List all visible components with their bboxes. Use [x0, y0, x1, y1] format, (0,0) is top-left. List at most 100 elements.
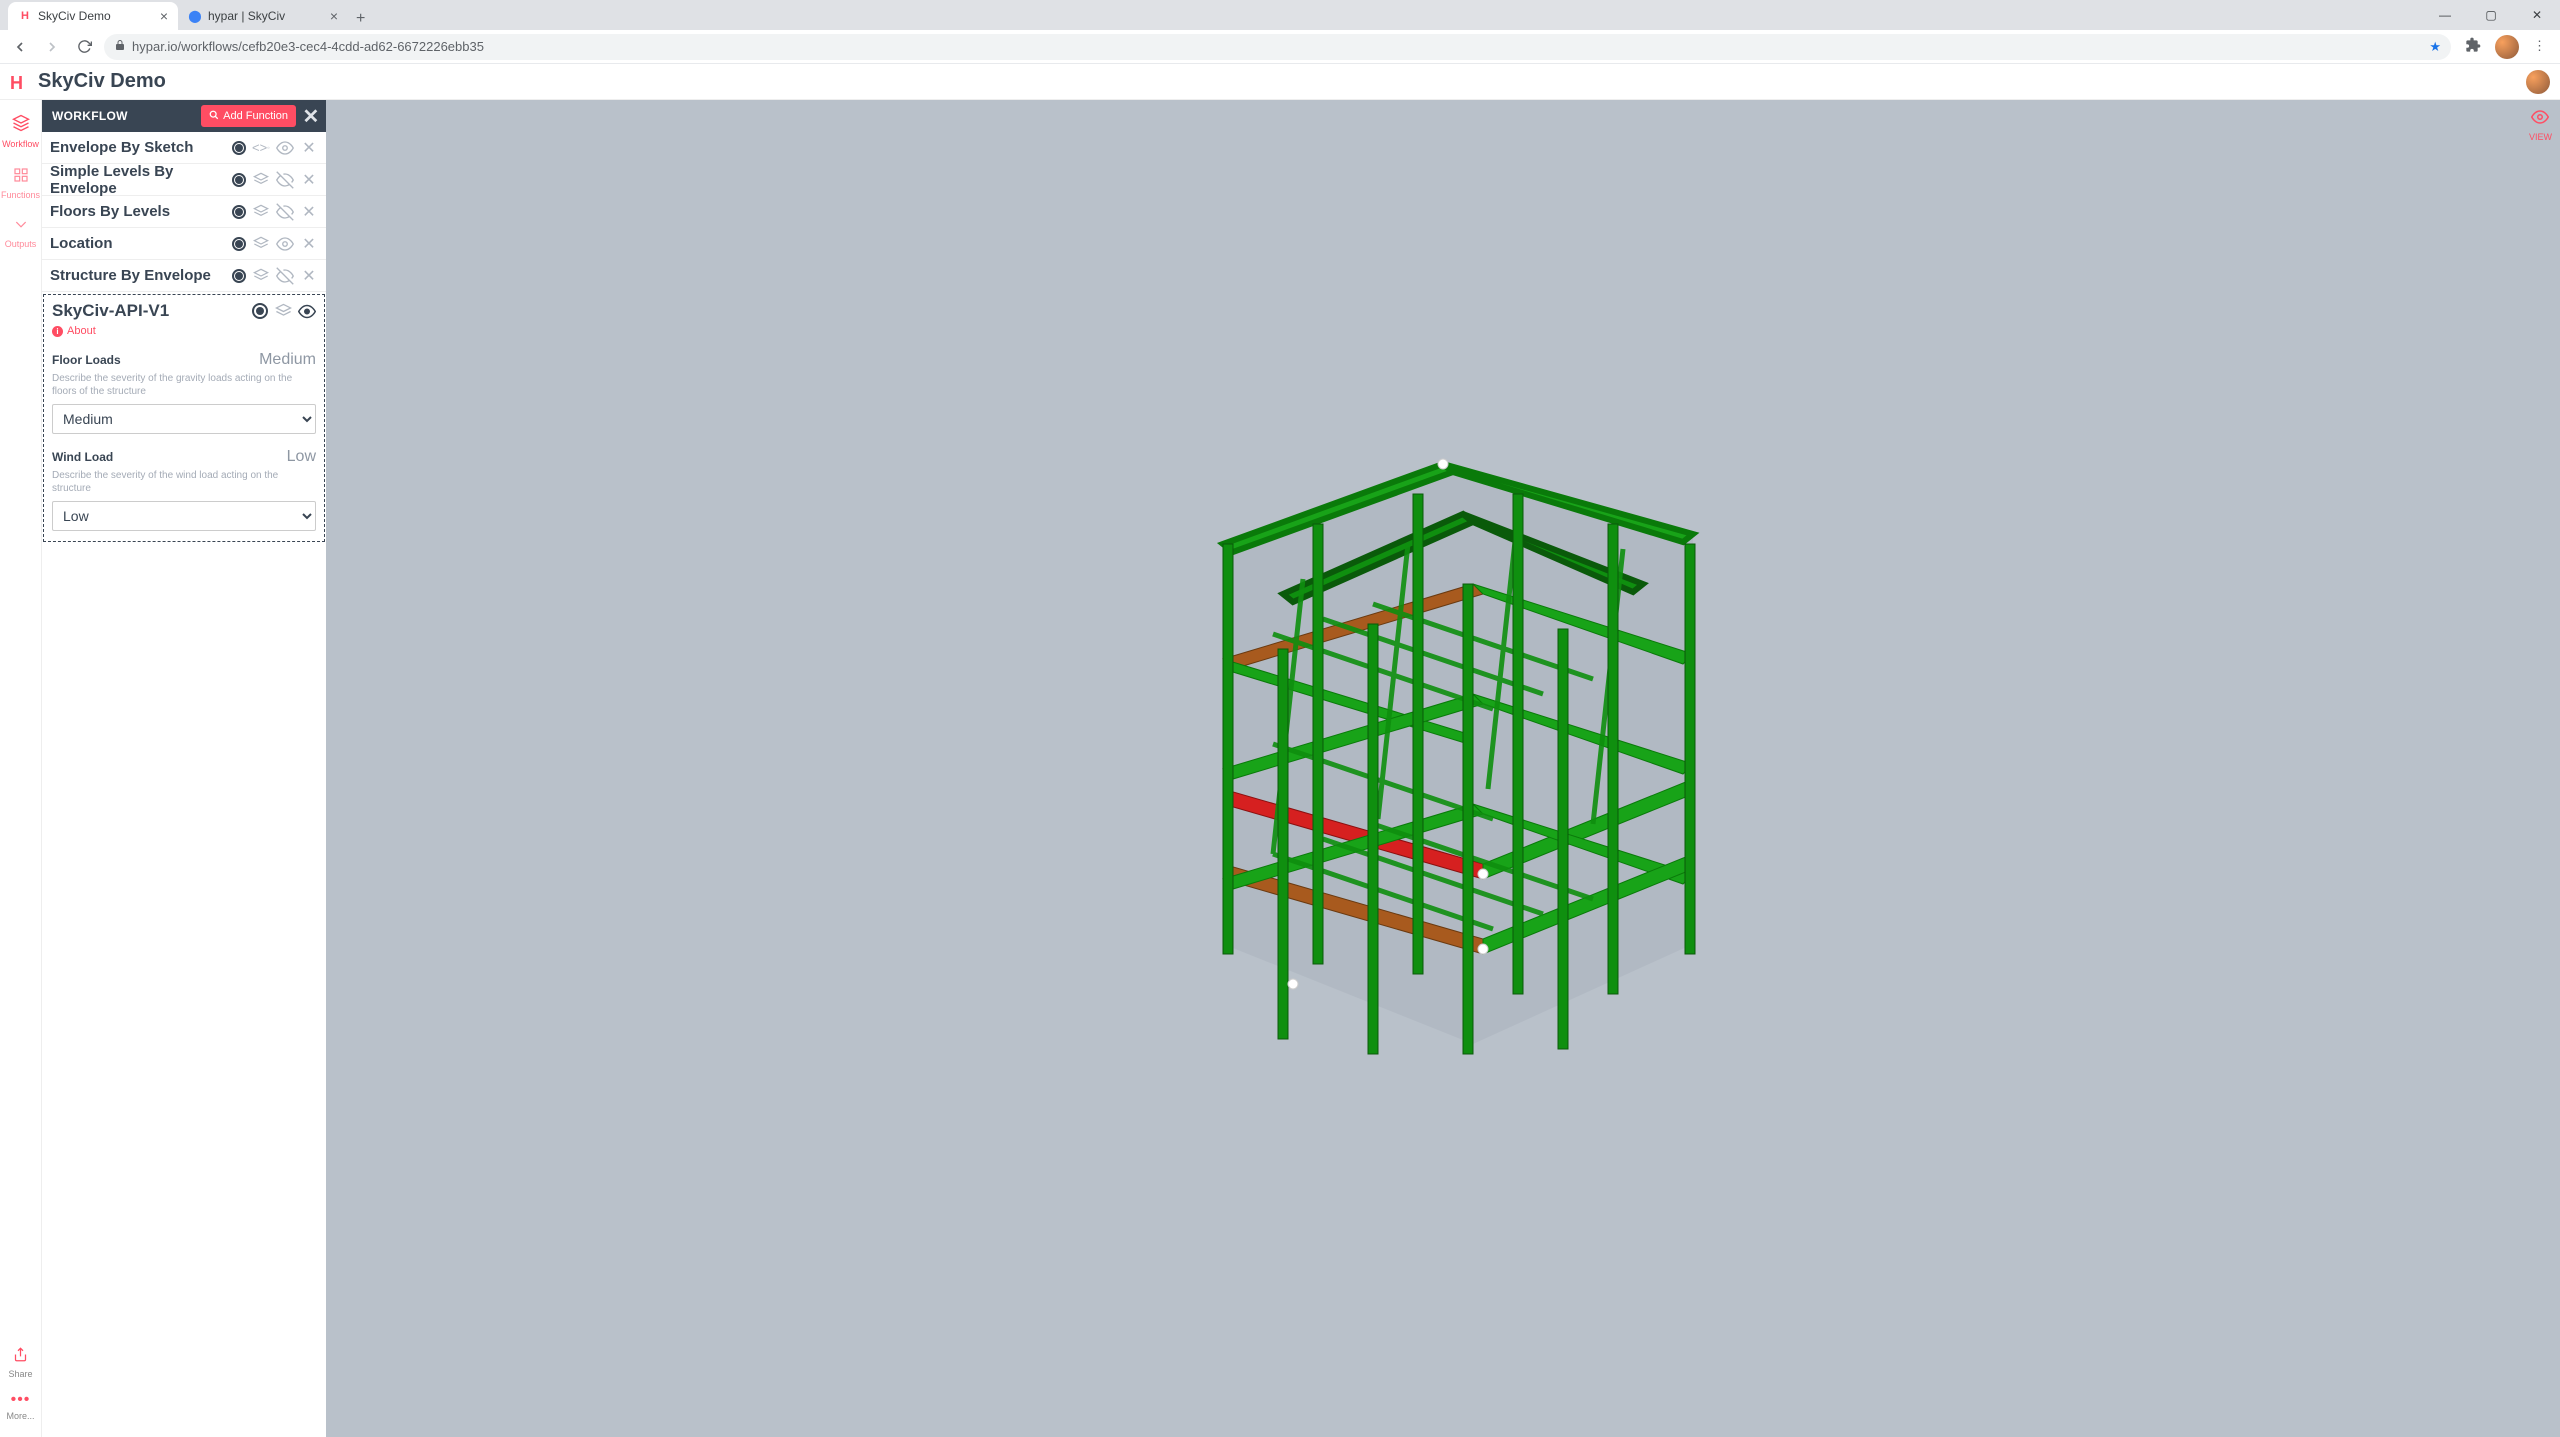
user-avatar-icon[interactable] [2526, 70, 2550, 94]
rail-functions[interactable]: Functions [0, 161, 41, 206]
rail-label: Share [8, 1369, 32, 1379]
status-dot-icon[interactable] [232, 269, 246, 283]
function-item[interactable]: Floors By Levels ✕ [42, 196, 326, 228]
eye-icon[interactable] [298, 302, 316, 321]
app-body: Workflow Functions Outputs Share ••• M [0, 100, 2560, 1437]
function-item[interactable]: Simple Levels By Envelope ✕ [42, 164, 326, 196]
layers-icon[interactable] [252, 236, 270, 252]
eye-off-icon[interactable] [276, 203, 294, 221]
browser-tabs: H SkyCiv Demo × ⬤ hypar | SkyCiv × + [8, 0, 2422, 30]
param-value-display: Medium [259, 351, 316, 369]
page-title: SkyCiv Demo [38, 70, 166, 93]
function-expanded: SkyCiv-API-V1 i About Floor Loads Medium [43, 294, 325, 542]
remove-icon[interactable]: ✕ [300, 202, 318, 222]
function-item[interactable]: Structure By Envelope ✕ [42, 260, 326, 292]
status-dot-icon[interactable] [232, 237, 246, 251]
nav-forward-button[interactable] [40, 35, 64, 59]
workflow-header-label: WORKFLOW [52, 109, 128, 123]
add-function-button[interactable]: Add Function [201, 105, 296, 127]
remove-icon[interactable]: ✕ [300, 234, 318, 254]
about-label: About [67, 325, 96, 337]
remove-icon[interactable]: ✕ [300, 266, 318, 286]
window-maximize-button[interactable]: ▢ [2468, 0, 2514, 30]
eye-icon [2531, 108, 2549, 131]
rail-workflow[interactable]: Workflow [0, 108, 41, 155]
layers-icon[interactable] [252, 268, 270, 284]
browser-titlebar: H SkyCiv Demo × ⬤ hypar | SkyCiv × + — ▢… [0, 0, 2560, 30]
layers-icon[interactable] [252, 204, 270, 220]
function-name: Floors By Levels [50, 203, 226, 220]
function-name: Simple Levels By Envelope [50, 163, 226, 197]
browser-toolbar: hypar.io/workflows/cefb20e3-cec4-4cdd-ad… [0, 30, 2560, 64]
workflow-header: WORKFLOW Add Function ✕ [42, 100, 326, 132]
status-dot-icon[interactable] [252, 303, 268, 319]
url-text: hypar.io/workflows/cefb20e3-cec4-4cdd-ad… [132, 39, 2423, 54]
remove-icon[interactable]: ✕ [300, 138, 318, 158]
lock-icon [114, 39, 126, 54]
app-header: H SkyCiv Demo [0, 64, 2560, 100]
wind-load-select[interactable]: LowMediumHigh [52, 501, 316, 531]
eye-icon[interactable] [276, 235, 294, 253]
rail-label: Outputs [5, 239, 37, 249]
add-function-label: Add Function [223, 110, 288, 122]
window-close-button[interactable]: ✕ [2514, 0, 2560, 30]
nav-reload-button[interactable] [72, 35, 96, 59]
about-link[interactable]: i About [52, 325, 316, 337]
more-icon: ••• [11, 1391, 31, 1409]
param-description: Describe the severity of the wind load a… [52, 469, 316, 495]
new-tab-button[interactable]: + [348, 8, 373, 30]
function-item[interactable]: Location ✕ [42, 228, 326, 260]
function-name: Structure By Envelope [50, 267, 226, 284]
close-panel-button[interactable]: ✕ [296, 100, 326, 132]
structure-model: .g { stroke: #0a7a0a; fill: #18a318; } .… [1163, 424, 1723, 1074]
remove-icon[interactable]: ✕ [300, 170, 318, 190]
param-label: Wind Load [52, 450, 287, 464]
browser-tab-active[interactable]: H SkyCiv Demo × [8, 2, 178, 30]
function-item[interactable]: Envelope By Sketch <> ✕ [42, 132, 326, 164]
workflow-panel: WORKFLOW Add Function ✕ Envelope By Sket… [42, 100, 326, 1437]
left-rail: Workflow Functions Outputs Share ••• M [0, 100, 42, 1437]
browser-menu-icon[interactable]: ⋮ [2533, 43, 2546, 50]
functions-icon [13, 167, 29, 188]
viewport-3d[interactable]: VIEW .g { stroke: #0a7a0a; fill: #18a318… [326, 100, 2560, 1437]
address-bar[interactable]: hypar.io/workflows/cefb20e3-cec4-4cdd-ad… [104, 34, 2451, 60]
share-icon [13, 1347, 28, 1367]
bookmark-star-icon[interactable]: ★ [2429, 39, 2441, 55]
status-dot-icon[interactable] [232, 205, 246, 219]
window-minimize-button[interactable]: — [2422, 0, 2468, 30]
function-list: Envelope By Sketch <> ✕ Simple Levels By… [42, 132, 326, 544]
rail-outputs[interactable]: Outputs [0, 212, 41, 255]
browser-tab-inactive[interactable]: ⬤ hypar | SkyCiv × [178, 2, 348, 30]
search-icon [209, 110, 219, 123]
layers-icon[interactable]: <> [252, 140, 270, 156]
rail-share[interactable]: Share [0, 1341, 41, 1385]
param-description: Describe the severity of the gravity loa… [52, 372, 316, 398]
window-controls: — ▢ ✕ [2422, 0, 2560, 30]
hypar-logo-icon[interactable]: H [10, 73, 28, 91]
status-dot-icon[interactable] [232, 141, 246, 155]
rail-more[interactable]: ••• More... [0, 1385, 41, 1427]
function-row[interactable]: SkyCiv-API-V1 [52, 301, 316, 321]
extension-icons: ⋮ [2459, 35, 2552, 59]
layers-icon[interactable] [252, 172, 270, 188]
tab-title: hypar | SkyCiv [208, 9, 324, 23]
profile-avatar-icon[interactable] [2495, 35, 2519, 59]
tab-close-icon[interactable]: × [330, 8, 338, 24]
eye-off-icon[interactable] [276, 171, 294, 189]
browser-chrome: H SkyCiv Demo × ⬤ hypar | SkyCiv × + — ▢… [0, 0, 2560, 64]
view-toggle-button[interactable]: VIEW [2529, 108, 2552, 142]
nav-back-button[interactable] [8, 35, 32, 59]
param-wind-load: Wind Load Low Describe the severity of t… [52, 448, 316, 531]
floor-loads-select[interactable]: LowMediumHigh [52, 404, 316, 434]
function-name: SkyCiv-API-V1 [52, 301, 252, 321]
extensions-icon[interactable] [2465, 37, 2481, 56]
tab-favicon-icon: ⬤ [188, 9, 202, 23]
function-name: Envelope By Sketch [50, 139, 226, 156]
param-label: Floor Loads [52, 353, 259, 367]
layers-icon [12, 114, 30, 137]
layers-icon[interactable] [274, 303, 292, 320]
eye-off-icon[interactable] [276, 267, 294, 285]
status-dot-icon[interactable] [232, 173, 246, 187]
tab-close-icon[interactable]: × [160, 8, 168, 24]
eye-icon[interactable] [276, 139, 294, 157]
